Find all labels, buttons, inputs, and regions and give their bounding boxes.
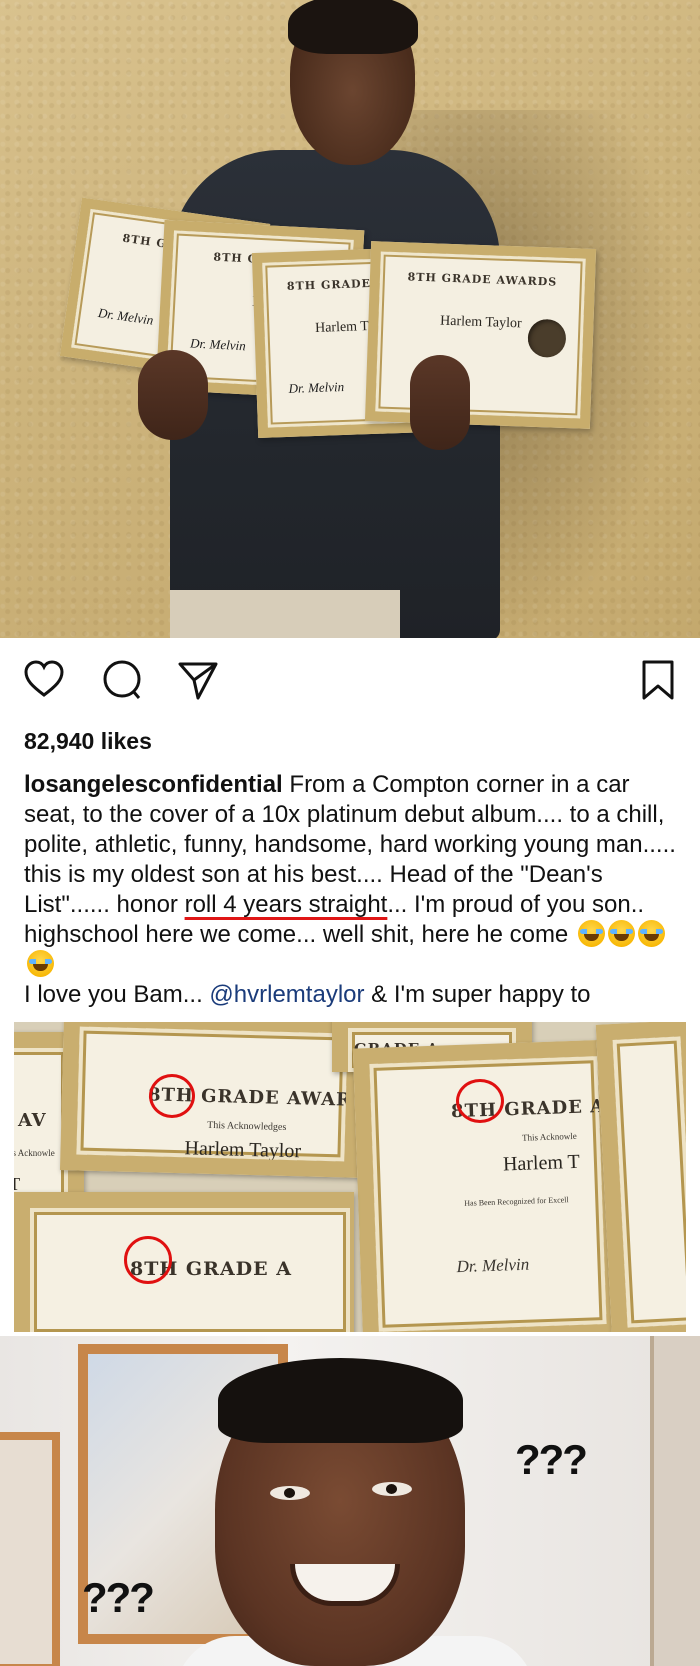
caption-text: & I'm super happy to	[364, 981, 591, 1008]
zoom-title: E AV	[14, 1110, 47, 1131]
zoom-certificate-main: 8TH GRADE AWAR This Acknowledges Harlem …	[59, 1022, 365, 1178]
heart-icon[interactable]	[22, 658, 66, 702]
zoom-recognized: Has Been Recognized for Excell	[464, 1195, 569, 1208]
person-hair	[218, 1358, 463, 1443]
wall-picture-frame	[0, 1432, 60, 1666]
zoom-ack: This Acknowle	[521, 1130, 577, 1143]
tears-of-joy-emoji	[577, 920, 605, 947]
question-marks-left: ???	[82, 1574, 155, 1621]
caption-text: I love you Bam...	[24, 981, 210, 1008]
certificate-signature: Dr. Melvin	[97, 304, 155, 328]
certificate-4: 8TH GRADE AWARDS Harlem Taylor	[364, 241, 597, 429]
zoom-name: Harlem Taylor	[184, 1137, 302, 1163]
question-marks-right: ???	[515, 1436, 588, 1483]
paper-plane-icon[interactable]	[176, 658, 220, 702]
zoom-signature: Dr. Melvin	[456, 1254, 530, 1277]
tears-of-joy-emoji	[27, 950, 54, 977]
door	[650, 1336, 700, 1666]
post-caption: losangelesconfidential From a Compton co…	[24, 770, 679, 1010]
zoom-certificate-far-right	[595, 1022, 686, 1332]
zoom-ack: This Acknowledges	[207, 1119, 287, 1133]
caption-username[interactable]: losangelesconfidential	[24, 771, 283, 798]
right-hand	[410, 355, 470, 450]
person-eye	[270, 1486, 310, 1500]
confused-meme-image: ??? ???	[0, 1336, 700, 1666]
certificate-signature: Dr. Melvin	[288, 378, 345, 396]
person-pants	[170, 590, 400, 638]
zoom-name: Harlem T	[502, 1150, 581, 1176]
like-count[interactable]: 82,940 likes	[24, 728, 152, 755]
annotation-circle	[149, 1074, 195, 1118]
caption-highlight: roll 4 years straight	[184, 891, 388, 918]
comment-bubble-icon[interactable]	[100, 658, 144, 702]
annotation-circle	[124, 1236, 172, 1284]
post-action-bar	[0, 638, 700, 728]
post-photo[interactable]: 8TH GRADE A Dr. Melvin 8TH GRADE A Ha Dr…	[0, 0, 700, 638]
annotation-circle	[456, 1079, 504, 1123]
certificate-zoom-collage: E AV This Acknowle n T 8TH GRADE AWAR Th…	[14, 1022, 686, 1332]
tears-of-joy-emoji	[607, 920, 635, 947]
zoom-ack: This Acknowle	[14, 1148, 55, 1158]
zoom-certificate-bottom: 8TH GRADE A	[14, 1192, 354, 1332]
bookmark-icon[interactable]	[636, 658, 680, 702]
certificate-hole	[527, 318, 567, 358]
certificate-title: 8TH GRADE AWARDS	[407, 270, 558, 289]
left-hand	[138, 350, 208, 440]
certificate-signature: Dr. Melvin	[189, 335, 247, 354]
person-eye	[372, 1482, 412, 1496]
person-hair	[288, 0, 418, 54]
tears-of-joy-emoji	[637, 920, 665, 947]
caption-mention[interactable]: @hvrlemtaylor	[209, 981, 364, 1008]
